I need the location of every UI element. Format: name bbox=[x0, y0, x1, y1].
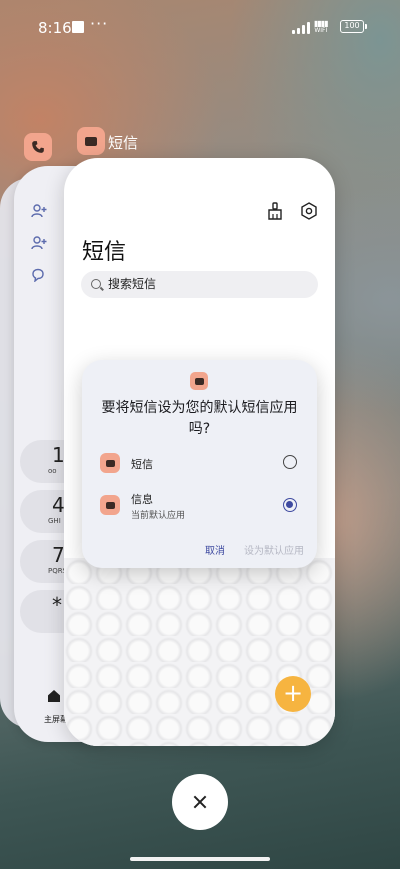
dial-key-number: 1 bbox=[52, 443, 65, 467]
phone-app-icon[interactable] bbox=[24, 133, 52, 161]
wifi-icon: ▮▮▮▮ WIFI bbox=[314, 19, 329, 35]
wifi-label: WIFI bbox=[314, 27, 328, 34]
messages-option-icon bbox=[100, 495, 120, 515]
battery-icon: 100 bbox=[340, 20, 367, 33]
sms-app-icon[interactable] bbox=[77, 127, 105, 155]
cancel-button[interactable]: 取消 bbox=[205, 542, 225, 557]
option-messages-radio[interactable] bbox=[283, 498, 297, 512]
message-bubble-icon[interactable] bbox=[31, 268, 49, 286]
page-title: 短信 bbox=[82, 240, 127, 265]
sms-option-icon bbox=[100, 453, 120, 473]
dial-key-letters: GHI bbox=[48, 517, 61, 525]
compose-button[interactable]: + bbox=[275, 676, 311, 712]
option-messages-sub: 当前默认应用 bbox=[131, 511, 186, 521]
option-sms-radio[interactable] bbox=[283, 455, 297, 469]
notification-square-icon bbox=[72, 21, 84, 33]
status-time: 8:16 bbox=[38, 19, 72, 37]
home-indicator[interactable] bbox=[130, 857, 270, 861]
default-sms-dialog: 要将短信设为您的默认短信应用吗? 短信 信息 当前默认应用 取消 设为默认应用 bbox=[82, 360, 317, 568]
add-contact-icon[interactable] bbox=[31, 204, 49, 222]
clean-brush-icon[interactable] bbox=[267, 202, 283, 220]
dial-key-number: * bbox=[52, 593, 62, 617]
search-icon bbox=[91, 279, 101, 289]
search-placeholder: 搜索短信 bbox=[108, 277, 157, 291]
decorative-background bbox=[64, 558, 335, 746]
close-all-button[interactable] bbox=[172, 774, 228, 830]
settings-icon[interactable] bbox=[300, 202, 318, 220]
active-app-label: 短信 bbox=[108, 134, 139, 152]
signal-icon bbox=[292, 22, 312, 34]
set-default-button[interactable]: 设为默认应用 bbox=[244, 542, 304, 557]
option-messages-label[interactable]: 信息 bbox=[131, 491, 153, 507]
sms-app-icon bbox=[190, 372, 208, 390]
add-group-icon[interactable] bbox=[31, 236, 49, 254]
dial-key-number: 4 bbox=[52, 493, 65, 517]
more-notifications-icon: ··· bbox=[90, 14, 109, 33]
option-sms-label[interactable]: 短信 bbox=[131, 456, 153, 472]
search-input[interactable]: 搜索短信 bbox=[81, 271, 318, 298]
status-bar: 8:16 ··· ▮▮▮▮ WIFI 100 bbox=[0, 0, 400, 52]
home-icon[interactable] bbox=[48, 690, 60, 702]
voicemail-icon: oo bbox=[48, 467, 57, 475]
dialog-title: 要将短信设为您的默认短信应用吗? bbox=[101, 400, 298, 437]
dial-key-number: 7 bbox=[52, 543, 65, 567]
